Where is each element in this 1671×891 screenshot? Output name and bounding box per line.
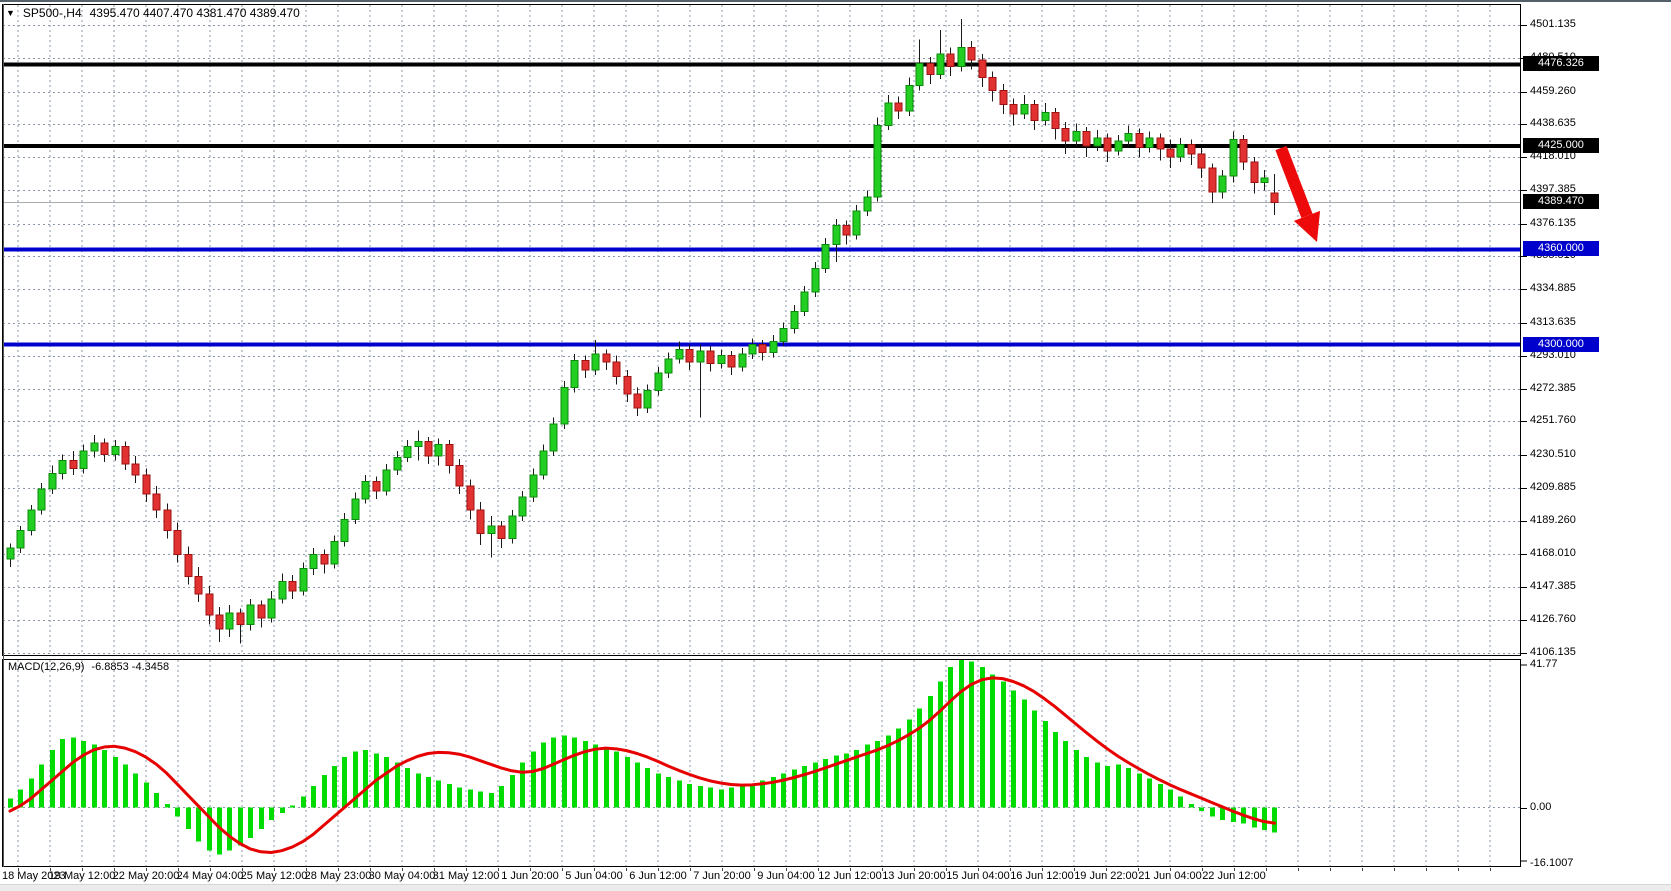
time-axis-label: 12 Jun 12:00 xyxy=(818,870,882,882)
macd-name: MACD(12,26,9) xyxy=(8,661,84,673)
price-badge: 4476.326 xyxy=(1523,56,1599,71)
time-axis-label: 31 May 12:00 xyxy=(433,870,500,882)
grid-layer xyxy=(3,5,1520,866)
price-axis-label: 4251.760 xyxy=(1530,414,1576,426)
macd-axis-label: 41.77 xyxy=(1530,658,1558,670)
time-axis-label: 19 Jun 22:00 xyxy=(1074,870,1138,882)
time-axis-label: 19 May 12:00 xyxy=(49,870,116,882)
panel-frames xyxy=(3,4,1521,867)
price-axis-label: 4459.260 xyxy=(1530,85,1576,97)
time-axis-label: 28 May 23:00 xyxy=(305,870,372,882)
time-axis-label: 9 Jun 04:00 xyxy=(757,870,815,882)
price-axis-label: 4126.760 xyxy=(1530,613,1576,625)
price-badge: 4300.000 xyxy=(1523,337,1599,352)
price-axis-label: 4106.135 xyxy=(1530,646,1576,658)
price-badge: 4389.470 xyxy=(1523,194,1599,209)
time-axis-label: 16 Jun 12:00 xyxy=(1010,870,1074,882)
macd-histogram xyxy=(8,660,1277,854)
chart-window: ▼ SP500-,H4 4395.470 4407.470 4381.470 4… xyxy=(0,0,1671,889)
time-axis-label: 25 May 12:00 xyxy=(241,870,308,882)
time-axis-label: 15 Jun 04:00 xyxy=(946,870,1010,882)
time-axis-label: 13 Jun 20:00 xyxy=(882,870,946,882)
price-axis-label: 4313.635 xyxy=(1530,316,1576,328)
time-axis[interactable]: 18 May 202319 May 12:0022 May 20:0024 Ma… xyxy=(0,868,1521,884)
time-axis-label: 6 Jun 12:00 xyxy=(629,870,687,882)
time-axis-label: 1 Jun 20:00 xyxy=(501,870,559,882)
macd-axis-label: 0.00 xyxy=(1530,801,1551,813)
resistance-line-4476 xyxy=(2,62,1521,66)
time-axis-label: 21 Jun 04:00 xyxy=(1138,870,1202,882)
price-axis-label: 4376.135 xyxy=(1530,217,1576,229)
axis-ticks xyxy=(19,26,1528,872)
macd-indicator-label: MACD(12,26,9) -6.8853 -4.3458 xyxy=(8,661,169,673)
window-bottom-strip xyxy=(0,884,1671,891)
price-axis-label: 4334.885 xyxy=(1530,282,1576,294)
resistance-line-4425 xyxy=(2,144,1521,148)
time-axis-label: 7 Jun 20:00 xyxy=(693,870,751,882)
price-chart-canvas[interactable] xyxy=(0,2,1671,891)
candlestick-series xyxy=(7,19,1278,644)
price-axis-label: 4147.385 xyxy=(1530,580,1576,592)
support-line-4360 xyxy=(2,247,1521,251)
price-axis-label: 4501.135 xyxy=(1530,18,1576,30)
price-axis-label: 4438.635 xyxy=(1530,117,1576,129)
time-axis-label: 22 May 20:00 xyxy=(113,870,180,882)
price-badge: 4425.000 xyxy=(1523,138,1599,153)
time-axis-label: 22 Jun 12:00 xyxy=(1202,870,1266,882)
symbol-dropdown-icon[interactable]: ▼ xyxy=(6,8,15,18)
price-axis-label: 4209.885 xyxy=(1530,481,1576,493)
price-axis-label: 4397.385 xyxy=(1530,183,1576,195)
ohlc-values: 4395.470 4407.470 4381.470 4389.470 xyxy=(90,6,300,20)
price-axis-label: 4230.510 xyxy=(1530,448,1576,460)
down-arrow-annotation xyxy=(1281,148,1320,242)
time-axis-label: 5 Jun 04:00 xyxy=(565,870,623,882)
symbol-period-label: SP500-,H4 xyxy=(23,6,82,20)
price-axis-label: 4272.385 xyxy=(1530,382,1576,394)
chart-title: ▼ SP500-,H4 4395.470 4407.470 4381.470 4… xyxy=(6,6,300,20)
macd-axis-label: -16.1007 xyxy=(1530,857,1573,869)
macd-values: -6.8853 -4.3458 xyxy=(91,661,169,673)
price-badge: 4360.000 xyxy=(1523,241,1599,256)
price-axis-label: 4168.010 xyxy=(1530,547,1576,559)
time-axis-label: 24 May 04:00 xyxy=(177,870,244,882)
time-axis-label: 30 May 04:00 xyxy=(369,870,436,882)
price-axis[interactable]: 4501.1354480.5104459.2604438.6354418.010… xyxy=(1521,2,1671,891)
price-axis-label: 4189.260 xyxy=(1530,514,1576,526)
